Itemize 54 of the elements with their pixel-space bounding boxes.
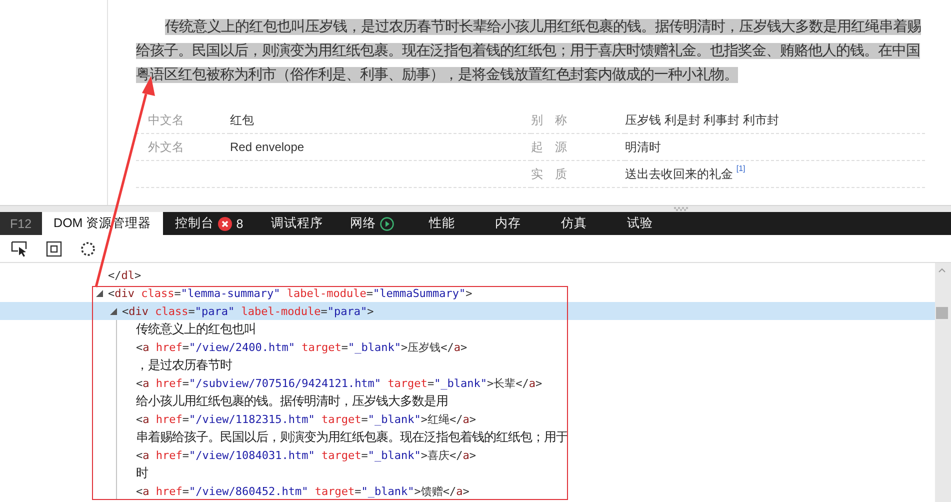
dom-row[interactable]: <a href="/view/860452.htm" target="_blank">馈赠</a> bbox=[0, 482, 935, 500]
dom-row[interactable]: 传统意义上的红包也叫 bbox=[0, 320, 935, 338]
text-node-line: 给小孩儿用红纸包裹的钱。据传明清时，压岁钱大多数是用 bbox=[136, 393, 448, 410]
markup-line: <a href="/view/860452.htm" target="_blank">馈赠</a> bbox=[136, 484, 470, 500]
collapse-triangle-icon[interactable] bbox=[96, 290, 103, 297]
fact-value: 送出去收回来的礼金 $^{[1]}$ bbox=[625, 166, 746, 180]
grip-icon[interactable] bbox=[674, 207, 688, 211]
fact-label: 实 质 bbox=[531, 166, 567, 180]
markup-line: <div class="para" label-module="para"> bbox=[122, 304, 374, 320]
fact-value: 明清时 bbox=[625, 140, 661, 154]
markup-line: <div class="lemma-summary" label-module="lemmaSummary"> bbox=[108, 286, 472, 302]
dom-row[interactable]: <a href="/view/2400.htm" target="_blank">压岁钱</a> bbox=[0, 338, 935, 356]
devtools-tab[interactable]: 控制台 8 bbox=[163, 212, 262, 235]
devtools-tab[interactable]: 网络 bbox=[335, 212, 410, 235]
markup-line: <a href="/view/2400.htm" target="_blank">压岁钱</a> bbox=[136, 340, 468, 356]
f12-key-tab[interactable]: F12 bbox=[0, 212, 42, 235]
dom-row[interactable]: ，是过农历春节时 bbox=[0, 356, 935, 374]
devtools-tab[interactable]: 内存 bbox=[475, 212, 542, 235]
dom-row[interactable]: <a href="/view/1084031.htm" target="_blank">喜庆</a> bbox=[0, 446, 935, 464]
dom-row[interactable]: <div class="lemma-summary" label-module="lemmaSummary"> bbox=[0, 284, 935, 302]
scroll-thumb[interactable] bbox=[936, 307, 948, 319]
dom-row[interactable]: 时 bbox=[0, 464, 935, 482]
text-node-line: 时 bbox=[136, 465, 148, 482]
summary-paragraph: 传统意义上的红包也叫压岁钱，是过农历春节时长辈给小孩儿用红纸包裹的钱。据传明清时，压岁钱大多数是用红绳串着赐给孩子。民国以后，则演变为用红纸包裹。现在泛指包着钱的红纸包；用于喜庆时馈赠礼金。也指奖金、贿赂他人的钱。在中国粤语区红包被称为利市（俗作利是、利事、励事），是将金钱放置红色封套内做成的一种小礼物。 bbox=[136, 18, 922, 85]
dom-row[interactable]: <a href="/subview/707516/9424121.htm" target="_blank">长辈</a> bbox=[0, 374, 935, 392]
fact-label: 别 称 bbox=[531, 112, 567, 126]
fact-value: Red envelope bbox=[230, 140, 304, 154]
dom-row[interactable]: </dl> bbox=[0, 266, 935, 284]
collapse-triangle-icon[interactable] bbox=[110, 308, 117, 315]
dotted-circle-icon[interactable] bbox=[80, 240, 96, 256]
text-node-line: ，是过农历春节时 bbox=[136, 357, 232, 374]
fact-label: 中文名 bbox=[148, 112, 184, 126]
text-node-line: 串着赐给孩子。民国以后，则演变为用红纸包裹。现在泛指包着钱的红纸包；用于 bbox=[136, 429, 568, 446]
dom-row[interactable]: <div class="para" label-module="para"> bbox=[0, 302, 935, 320]
fact-label: 外文名 bbox=[148, 140, 184, 154]
text-node-line: 传统意义上的红包也叫 bbox=[136, 321, 256, 338]
fact-value: 红包 bbox=[230, 112, 254, 126]
markup-line: </dl> bbox=[108, 268, 142, 284]
select-element-icon[interactable] bbox=[11, 240, 28, 256]
fact-label: 起 源 bbox=[531, 140, 567, 154]
dom-row[interactable]: <a href="/view/1182315.htm" target="_blank">红绳</a> bbox=[0, 410, 935, 428]
error-icon bbox=[218, 216, 232, 230]
devtools-tab[interactable]: 试验 bbox=[607, 212, 674, 235]
markup-line: <a href="/subview/707516/9424121.htm" target="_blank">长辈</a> bbox=[136, 376, 542, 392]
box-model-icon[interactable] bbox=[46, 240, 62, 256]
dom-row[interactable]: 给小孩儿用红纸包裹的钱。据传明清时，压岁钱大多数是用 bbox=[0, 392, 935, 410]
dom-row[interactable]: 串着赐给孩子。民国以后，则演变为用红纸包裹。现在泛指包着钱的红纸包；用于 bbox=[0, 428, 935, 446]
devtools-tab[interactable]: 性能 bbox=[409, 212, 476, 235]
markup-line: <a href="/view/1084031.htm" target="_blank">喜庆</a> bbox=[136, 448, 476, 464]
devtools-tab[interactable]: 仿真 bbox=[541, 212, 608, 235]
fact-value: 压岁钱 利是封 利事封 利市封 bbox=[625, 112, 780, 126]
scrollbar[interactable] bbox=[935, 263, 951, 502]
devtools-tab[interactable]: 调试程序 bbox=[261, 212, 336, 235]
markup-line: <a href="/view/1182315.htm" target="_blank">红绳</a> bbox=[136, 412, 476, 428]
